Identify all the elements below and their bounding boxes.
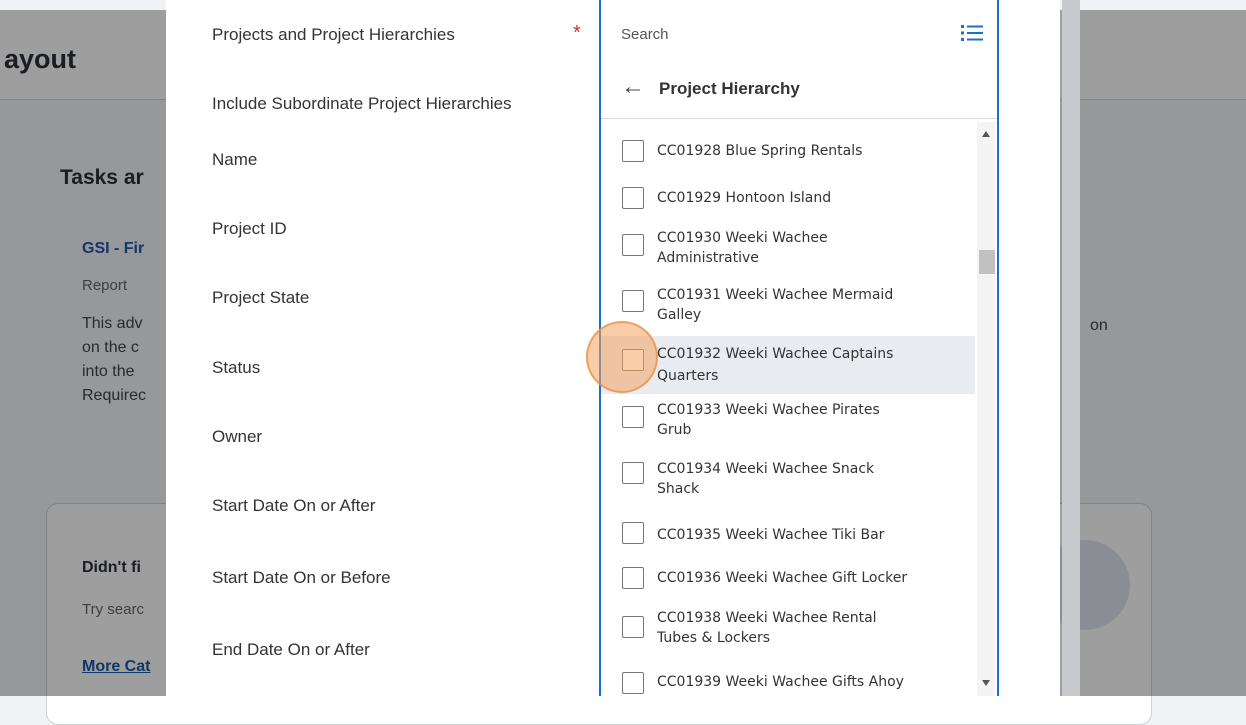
- item-label: CC01929 Hontoon Island: [657, 190, 832, 206]
- checkbox[interactable]: [622, 672, 644, 694]
- item-label: CC01933 Weeki Wachee Pirates: [657, 402, 880, 418]
- field-label-project-id: Project ID: [212, 219, 287, 238]
- item-label: CC01936 Weeki Wachee Gift Locker: [657, 570, 908, 586]
- item-label: CC01932 Weeki Wachee Captains: [657, 346, 894, 362]
- checkbox[interactable]: [622, 187, 644, 209]
- field-label-status: Status: [212, 358, 261, 377]
- list-item[interactable]: CC01939 Weeki Wachee Gifts Ahoy: [601, 662, 975, 706]
- checkbox[interactable]: [622, 140, 644, 162]
- field-label-include-subordinate: Include Subordinate Project Hierarchies: [212, 94, 512, 113]
- field-label-start-before: Start Date On or Before: [212, 568, 391, 587]
- item-label: CC01930 Weeki Wachee: [657, 230, 828, 246]
- field-label-project-state: Project State: [212, 288, 310, 307]
- list-scrollbar[interactable]: [977, 122, 995, 696]
- item-label-line2: Galley: [657, 307, 702, 323]
- item-label-line2: Quarters: [657, 368, 719, 384]
- scroll-down-icon[interactable]: [982, 680, 990, 686]
- field-label-end-after: End Date On or After: [212, 640, 370, 659]
- required-indicator: *: [573, 22, 581, 44]
- list-icon[interactable]: [961, 24, 983, 42]
- scrollbar-thumb[interactable]: [979, 250, 995, 274]
- click-indicator: [586, 321, 658, 393]
- prompt-title: Project Hierarchy: [659, 79, 800, 98]
- list-item[interactable]: CC01935 Weeki Wachee Tiki Bar: [601, 512, 975, 556]
- item-label: CC01928 Blue Spring Rentals: [657, 143, 863, 159]
- field-label-start-after: Start Date On or After: [212, 496, 376, 515]
- checkbox[interactable]: [622, 616, 644, 638]
- item-label-line2: Tubes & Lockers: [657, 630, 770, 646]
- checkbox[interactable]: [622, 234, 644, 256]
- item-label-line2: Administrative: [657, 250, 759, 266]
- field-label-projects: Projects and Project Hierarchies: [212, 25, 455, 44]
- item-label: CC01934 Weeki Wachee Snack: [657, 461, 875, 477]
- field-label-name: Name: [212, 150, 258, 169]
- checkbox[interactable]: [622, 567, 644, 589]
- prompt-panel: Search ← Project Hierarchy CC01928 Blue …: [599, 0, 999, 696]
- scroll-up-icon[interactable]: [982, 131, 990, 137]
- list-item[interactable]: CC01930 Weeki Wachee Administrative: [601, 224, 975, 268]
- list-item[interactable]: CC01934 Weeki Wachee Snack Shack: [601, 454, 975, 498]
- item-label-line2: Shack: [657, 481, 700, 497]
- item-label: CC01938 Weeki Wachee Rental: [657, 610, 877, 626]
- list-item[interactable]: CC01928 Blue Spring Rentals: [601, 130, 975, 174]
- checkbox[interactable]: [622, 290, 644, 312]
- list-item[interactable]: CC01938 Weeki Wachee Rental Tubes & Lock…: [601, 604, 975, 648]
- prompt-divider: [601, 118, 997, 119]
- list-item[interactable]: CC01936 Weeki Wachee Gift Locker: [601, 556, 975, 600]
- back-button[interactable]: ← Project Hierarchy: [601, 62, 997, 118]
- item-label: CC01939 Weeki Wachee Gifts Ahoy: [657, 674, 904, 690]
- hierarchy-list: CC01928 Blue Spring Rentals CC01929 Hont…: [601, 122, 975, 696]
- arrow-left-icon[interactable]: ←: [621, 75, 645, 99]
- search-input[interactable]: Search: [621, 26, 669, 43]
- checkbox[interactable]: [622, 462, 644, 484]
- item-label: CC01931 Weeki Wachee Mermaid: [657, 287, 894, 303]
- item-label-line2: Grub: [657, 422, 692, 438]
- dialog-scrollbar[interactable]: [1062, 0, 1080, 696]
- list-item[interactable]: CC01931 Weeki Wachee Mermaid Galley: [601, 282, 975, 326]
- field-label-owner: Owner: [212, 427, 263, 446]
- checkbox[interactable]: [622, 522, 644, 544]
- checkbox[interactable]: [622, 406, 644, 428]
- list-item[interactable]: CC01933 Weeki Wachee Pirates Grub: [601, 396, 975, 440]
- list-item[interactable]: CC01929 Hontoon Island: [601, 177, 975, 221]
- item-label: CC01935 Weeki Wachee Tiki Bar: [657, 527, 885, 543]
